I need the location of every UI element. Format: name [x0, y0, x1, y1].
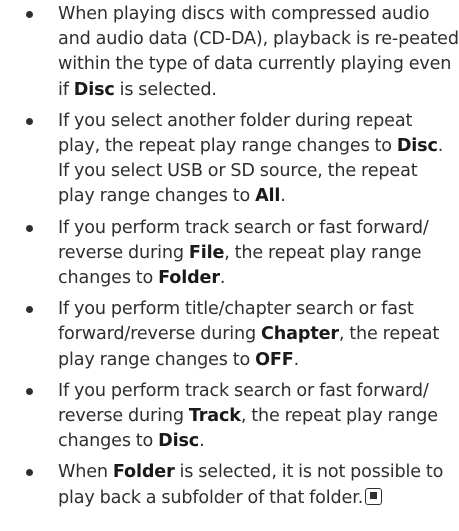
bullet-text: If you perform title/chapter search or f…	[58, 299, 440, 370]
repeat-play-notes-list: When playing discs with compressed audio…	[26, 2, 459, 511]
bullet-text: When playing discs with compressed audio…	[58, 4, 459, 100]
bold-term: Disc	[73, 79, 115, 100]
bullet-icon	[26, 224, 33, 232]
bullet-item: If you perform title/chapter search or f…	[26, 297, 459, 373]
bold-term: File	[188, 242, 225, 263]
bullet-item: When Folder is selected, it is not possi…	[26, 460, 459, 510]
bold-term: Disc	[158, 431, 200, 452]
document-page: When playing discs with compressed audio…	[0, 0, 459, 531]
bold-term: All	[255, 186, 281, 207]
bullet-item: If you perform track search or fast forw…	[26, 379, 459, 455]
bullet-text: If you perform track search or fast forw…	[58, 217, 429, 289]
bold-term: Chapter	[261, 324, 339, 345]
bullet-item: If you select another folder during repe…	[26, 109, 459, 210]
bullet-text: If you perform track search or fast forw…	[58, 380, 438, 452]
bold-term: Folder	[112, 462, 175, 483]
bold-term: Track	[188, 406, 241, 427]
end-of-section-icon	[365, 487, 383, 505]
bullet-icon	[26, 387, 33, 395]
bullet-text: When Folder is selected, it is not possi…	[58, 462, 444, 508]
bold-term: Folder	[158, 268, 220, 289]
bullet-icon	[26, 117, 33, 125]
bullet-icon	[26, 469, 33, 477]
bold-term: Disc	[396, 136, 438, 157]
bullet-icon	[26, 306, 33, 314]
bullet-text: If you select another folder during repe…	[58, 110, 444, 207]
bullet-icon	[26, 11, 33, 18]
bullet-item: If you perform track search or fast forw…	[26, 216, 459, 292]
bold-term: OFF	[255, 349, 294, 370]
bullet-item: When playing discs with compressed audio…	[26, 2, 459, 103]
